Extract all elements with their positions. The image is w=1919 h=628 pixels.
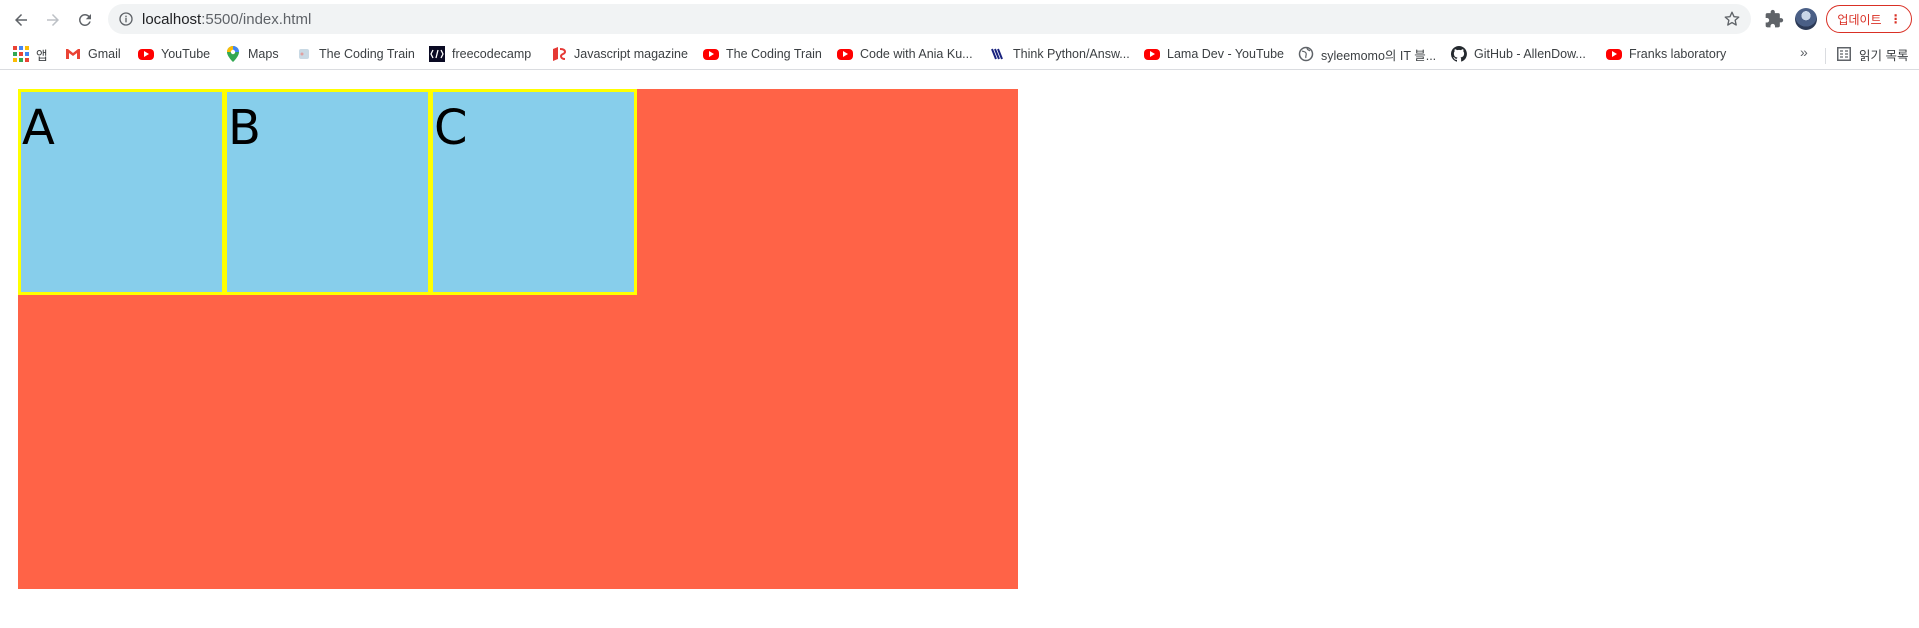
github-icon — [1451, 46, 1467, 62]
star-icon[interactable] — [1723, 10, 1741, 28]
bookmark-coding-train-youtube[interactable]: The Coding Train — [703, 44, 822, 64]
reading-list-button[interactable]: 읽기 목록 — [1836, 44, 1908, 64]
bookmark-label: The Coding Train — [319, 47, 415, 61]
bookmark-label: freecodecamp — [452, 47, 532, 61]
arrow-left-icon — [15, 14, 27, 26]
bookmark-think-python[interactable]: Think Python/Answ... — [990, 44, 1130, 64]
bookmark-syleemomo-blog[interactable]: syleemomo의 IT 블... — [1298, 44, 1436, 64]
bookmark-gmail[interactable]: Gmail — [65, 44, 121, 64]
more-bookmarks-button[interactable]: » — [1800, 44, 1808, 60]
reload-icon — [78, 13, 91, 26]
bookmark-coding-train[interactable]: The Coding Train — [296, 44, 415, 64]
bookmark-github-allendowney[interactable]: GitHub - AllenDow... — [1451, 44, 1586, 64]
back-button[interactable] — [8, 7, 34, 33]
update-button[interactable]: 업데이트 ⋮ — [1826, 5, 1912, 33]
profile-avatar[interactable] — [1795, 8, 1817, 30]
browser-toolbar: localhost:5500/index.html 업데이트 ⋮ — [0, 0, 1919, 38]
bookmark-label: GitHub - AllenDow... — [1474, 47, 1586, 61]
forward-button[interactable] — [40, 7, 66, 33]
bookmarks-bar: 앱 Gmail YouTube Maps The Coding Train fr… — [0, 38, 1919, 70]
globe-icon — [1298, 46, 1314, 62]
bookmark-label: Javascript magazine — [574, 47, 688, 61]
gmail-icon — [65, 46, 81, 62]
bookmark-label: 앱 — [36, 48, 48, 63]
youtube-icon — [1144, 48, 1160, 60]
reading-list-icon — [1836, 46, 1852, 62]
url-text[interactable]: localhost:5500/index.html — [142, 11, 311, 28]
box-c: C — [430, 89, 637, 295]
bookmark-apps[interactable]: 앱 — [13, 44, 48, 64]
reload-button[interactable] — [72, 7, 98, 33]
youtube-icon — [1606, 48, 1622, 60]
puzzle-icon[interactable] — [1764, 9, 1784, 29]
bookmark-label: Code with Ania Ku... — [860, 47, 973, 61]
info-icon[interactable] — [118, 11, 134, 27]
arrow-right-icon — [47, 14, 59, 26]
bookmark-label: syleemomo의 IT 블... — [1321, 48, 1437, 63]
bookmark-label: Think Python/Answ... — [1013, 47, 1130, 61]
flex-container: A B C — [18, 89, 1018, 589]
coding-train-icon — [296, 46, 312, 62]
bookmark-label: Franks laboratory — [1629, 47, 1727, 61]
url-host: localhost — [142, 10, 202, 28]
box-a: A — [18, 89, 225, 295]
bookmark-javascript-magazine[interactable]: Javascript magazine — [551, 44, 688, 64]
box-b: B — [224, 89, 431, 295]
kebab-menu-icon: ⋮ — [1889, 12, 1902, 26]
apps-grid-icon — [13, 46, 29, 62]
youtube-icon — [138, 48, 154, 60]
address-bar[interactable]: localhost:5500/index.html — [108, 4, 1751, 34]
update-button-label: 업데이트 — [1837, 12, 1882, 27]
url-path: :5500/index.html — [201, 10, 312, 28]
bookmark-label: Lama Dev - YouTube — [1167, 47, 1284, 61]
bookmark-youtube[interactable]: YouTube — [138, 44, 210, 64]
bookmark-maps[interactable]: Maps — [225, 44, 279, 64]
bookmark-label: YouTube — [161, 47, 211, 61]
reading-list-label: 읽기 목록 — [1859, 48, 1909, 63]
bookmarks-divider — [1825, 48, 1826, 64]
youtube-icon — [703, 48, 719, 60]
youtube-icon — [837, 48, 853, 60]
freecodecamp-icon — [429, 46, 445, 62]
bookmark-code-with-ania[interactable]: Code with Ania Ku... — [837, 44, 973, 64]
bookmark-label: Gmail — [88, 47, 121, 61]
bookmark-lama-dev[interactable]: Lama Dev - YouTube — [1144, 44, 1284, 64]
bookmark-freecodecamp[interactable]: freecodecamp — [429, 44, 531, 64]
bookmark-franks-laboratory[interactable]: Franks laboratory — [1606, 44, 1726, 64]
bookmark-label: The Coding Train — [726, 47, 822, 61]
js-magazine-icon — [551, 46, 567, 62]
bookmark-label: Maps — [248, 47, 279, 61]
book-icon — [990, 46, 1006, 62]
maps-pin-icon — [225, 46, 241, 62]
